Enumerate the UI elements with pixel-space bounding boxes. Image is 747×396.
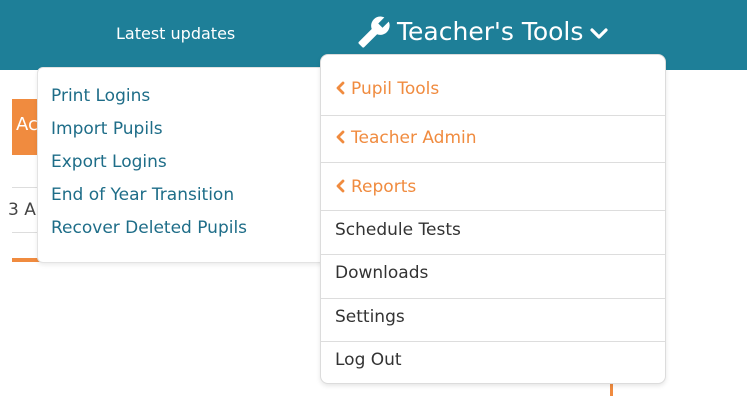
menu-item-downloads[interactable]: Downloads	[321, 255, 665, 299]
chevron-left-icon	[336, 130, 345, 144]
latest-updates-link[interactable]: Latest updates	[116, 22, 235, 46]
menu-item-log-out[interactable]: Log Out	[321, 342, 665, 383]
chevron-left-icon	[336, 179, 345, 193]
submenu-item-end-of-year-transition[interactable]: End of Year Transition	[51, 184, 234, 206]
menu-item-label: Settings	[335, 307, 405, 327]
teachers-tools-menu-toggle[interactable]: Teacher's Tools	[357, 12, 609, 52]
menu-item-label: Schedule Tests	[335, 220, 461, 240]
menu-item-label: Downloads	[335, 263, 429, 283]
teachers-tools-label: Teacher's Tools	[397, 17, 584, 46]
submenu-item-print-logins[interactable]: Print Logins	[51, 85, 150, 107]
background-field-label: 3 A	[8, 200, 36, 220]
submenu-item-recover-deleted-pupils[interactable]: Recover Deleted Pupils	[51, 217, 247, 239]
menu-item-settings[interactable]: Settings	[321, 299, 665, 342]
menu-item-reports-row: Reports	[335, 175, 416, 199]
menu-item-reports[interactable]: Reports	[321, 163, 665, 211]
menu-item-pupil-tools-row: Pupil Tools	[335, 77, 439, 101]
menu-item-schedule-tests[interactable]: Schedule Tests	[321, 211, 665, 255]
teacher-admin-submenu: Print Logins Import Pupils Export Logins…	[37, 67, 337, 263]
menu-item-teacher-admin-row: Teacher Admin	[335, 126, 477, 150]
wrench-icon	[358, 16, 390, 48]
menu-item-pupil-tools[interactable]: Pupil Tools	[321, 55, 665, 116]
background-accent-marker	[610, 382, 613, 396]
menu-item-label: Log Out	[335, 350, 402, 370]
menu-item-label: Reports	[351, 177, 417, 197]
menu-item-teacher-admin[interactable]: Teacher Admin	[321, 116, 665, 163]
background-button-label: Ac	[16, 114, 38, 135]
chevron-down-icon	[590, 27, 609, 39]
submenu-item-import-pupils[interactable]: Import Pupils	[51, 118, 163, 140]
menu-item-label: Teacher Admin	[351, 128, 477, 148]
chevron-left-icon	[336, 81, 345, 95]
submenu-item-export-logins[interactable]: Export Logins	[51, 151, 167, 173]
menu-item-label: Pupil Tools	[351, 79, 440, 99]
teachers-tools-dropdown: Pupil Tools Teacher Admin Reports Schedu…	[320, 54, 666, 384]
